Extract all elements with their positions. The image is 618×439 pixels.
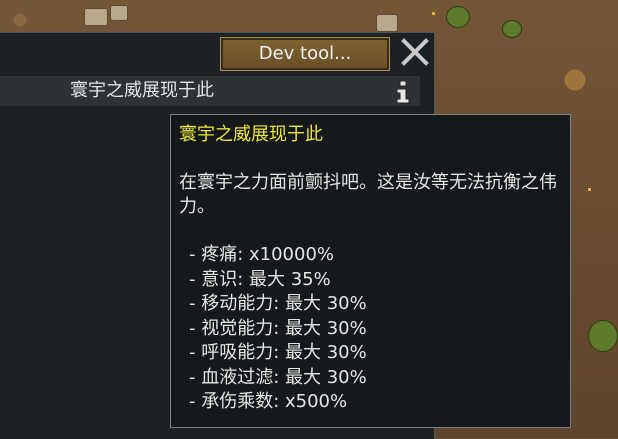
map-rock (110, 5, 128, 21)
map-flower (588, 188, 591, 191)
tooltip-stat-list: - 疼痛: x10000% - 意识: 最大 35% - 移动能力: 最大 30… (179, 243, 562, 415)
close-icon[interactable] (399, 36, 431, 68)
hediff-tooltip: 寰宇之威展现于此 在寰宇之力面前颤抖吧。这是汝等无法抗衡之伟力。 - 疼痛: x… (170, 114, 571, 428)
map-rock (376, 14, 398, 32)
stat-line-consciousness: - 意识: 最大 35% (189, 268, 331, 290)
stat-line-breathing: - 呼吸能力: 最大 30% (189, 342, 367, 363)
map-tree (502, 20, 522, 38)
map-flower (432, 12, 435, 15)
map-tree (588, 320, 618, 352)
info-icon[interactable] (394, 80, 412, 104)
stat-line-blood-filtration: - 血液过滤: 最大 30% (189, 366, 367, 388)
stat-line-sight: - 视觉能力: 最大 30% (189, 317, 367, 339)
stat-line-moving: - 移动能力: 最大 30% (189, 293, 367, 314)
tooltip-description: 在寰宇之力面前颤抖吧。这是汝等无法抗衡之伟力。 (179, 172, 557, 217)
stat-line-damage-factor: - 承伤乘数: x500% (189, 391, 348, 412)
tooltip-title: 寰宇之威展现于此 (179, 124, 323, 145)
dev-tool-button[interactable]: Dev tool... (220, 37, 390, 71)
hediff-title: 寰宇之威展现于此 (70, 80, 214, 101)
map-rock (84, 8, 108, 26)
stat-line-pain: - 疼痛: x10000% (189, 244, 335, 265)
map-tree (446, 6, 470, 28)
